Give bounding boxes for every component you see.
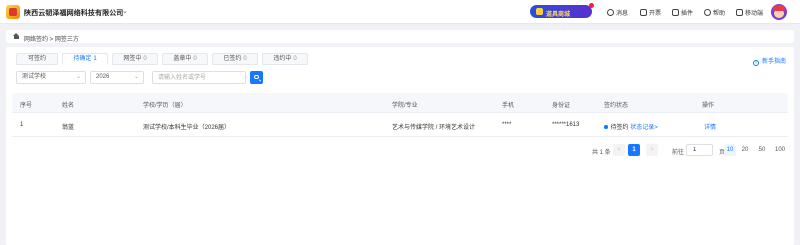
breadcrumb: 网络签约 > 网签三方 bbox=[6, 30, 794, 43]
tab-count: 1 bbox=[93, 56, 97, 62]
tab-label: 违约中 bbox=[273, 56, 292, 62]
page-size-100[interactable]: 100 bbox=[773, 144, 787, 156]
tab-label: 可签约 bbox=[27, 56, 46, 62]
table-row: 1 翁蓝 测试学校/本科生毕业（2026届） 艺术与传媒学院 / 环境艺术设计 … bbox=[12, 113, 788, 137]
tab-signable[interactable]: 可签约 bbox=[16, 53, 58, 65]
notification-dot bbox=[589, 3, 594, 8]
prev-page-button[interactable]: < bbox=[613, 144, 625, 156]
column-header: 学校/学历（届） bbox=[143, 103, 187, 109]
top-header: 陕西云韧泽福网络科技有限公司 ⌄ 道具商城 消息 开票 插件 帮助 移动端 bbox=[0, 0, 800, 24]
plugin-link[interactable]: 插件 bbox=[672, 8, 693, 17]
tab-label: 待确定 bbox=[73, 56, 92, 62]
search-icon bbox=[254, 74, 259, 79]
main-card: 可签约 待确定 1 网签中 0 盖章中 0 已签约 0 违约中 0 ? 新手指南 测试学校 ⌄… bbox=[6, 47, 794, 245]
status-dot-icon bbox=[604, 125, 608, 129]
messages-link[interactable]: 消息 bbox=[607, 8, 628, 17]
column-header: 学院/专业 bbox=[392, 103, 418, 109]
help-icon bbox=[704, 9, 711, 16]
mall-label: 道具商城 bbox=[546, 11, 571, 18]
gift-icon bbox=[536, 8, 543, 15]
invoice-icon bbox=[640, 9, 647, 16]
column-header: 操作 bbox=[702, 103, 715, 109]
column-header: 身份证 bbox=[552, 103, 571, 109]
year-select[interactable]: 2026 ⌄ bbox=[90, 71, 144, 84]
year-value: 2026 bbox=[96, 74, 110, 80]
home-icon[interactable] bbox=[13, 33, 20, 39]
question-icon: ? bbox=[752, 60, 759, 66]
table-header: 序号 姓名 学校/学历（届） 学院/专业 手机 身份证 签约状态 操作 bbox=[12, 93, 788, 113]
page-size-20[interactable]: 20 bbox=[739, 144, 751, 156]
invoice-label: 开票 bbox=[649, 11, 662, 17]
chevron-down-icon: ⌄ bbox=[75, 74, 81, 80]
college-major: 艺术与传媒学院 / 环境艺术设计 bbox=[392, 125, 476, 131]
status-text: 待签约 bbox=[610, 125, 629, 131]
tab-label: 已签约 bbox=[223, 56, 242, 62]
tab-stamping[interactable]: 盖章中 0 bbox=[162, 53, 208, 65]
bell-icon bbox=[607, 9, 614, 16]
avatar[interactable] bbox=[771, 4, 787, 20]
school-value: 测试学校 bbox=[22, 74, 47, 80]
plugin-label: 插件 bbox=[681, 11, 694, 17]
chevron-down-icon: ⌄ bbox=[133, 74, 139, 80]
company-logo bbox=[6, 5, 20, 19]
tab-signed[interactable]: 已签约 0 bbox=[212, 53, 258, 65]
detail-link[interactable]: 详情 bbox=[704, 122, 716, 131]
mobile-link[interactable]: 移动端 bbox=[736, 8, 763, 17]
invoice-link[interactable]: 开票 bbox=[640, 8, 661, 17]
sign-status: 待签约 状态记录> bbox=[604, 122, 658, 131]
guide-label: 新手指南 bbox=[761, 59, 786, 65]
student-name: 翁蓝 bbox=[62, 125, 75, 131]
tab-signing[interactable]: 网签中 0 bbox=[112, 53, 158, 65]
status-record-link[interactable]: 状态记录> bbox=[630, 125, 658, 131]
help-label: 帮助 bbox=[713, 11, 726, 17]
column-header: 序号 bbox=[20, 103, 33, 109]
tab-count: 0 bbox=[293, 56, 297, 62]
total-count: 共 1 条 bbox=[592, 150, 611, 156]
tab-count: 0 bbox=[193, 56, 197, 62]
page-size-50[interactable]: 50 bbox=[756, 144, 768, 156]
page-1-button[interactable]: 1 bbox=[628, 144, 640, 156]
column-header: 签约状态 bbox=[604, 103, 629, 109]
search-input[interactable] bbox=[152, 71, 246, 84]
next-page-button[interactable]: > bbox=[646, 144, 658, 156]
goto-label: 前往 bbox=[672, 150, 685, 156]
id-card: ******1613 bbox=[552, 122, 580, 128]
beginner-guide-link[interactable]: ? 新手指南 bbox=[752, 56, 786, 66]
page-jump-input[interactable] bbox=[686, 144, 713, 156]
mobile-label: 移动端 bbox=[745, 11, 764, 17]
row-index: 1 bbox=[20, 122, 24, 128]
search-button[interactable] bbox=[250, 71, 263, 84]
plugin-icon bbox=[672, 9, 679, 16]
prop-mall-button[interactable]: 道具商城 bbox=[530, 3, 594, 18]
tab-breach[interactable]: 违约中 0 bbox=[262, 53, 308, 65]
breadcrumb-text: 网络签约 > 网签三方 bbox=[24, 36, 79, 43]
chevron-down-icon[interactable]: ⌄ bbox=[122, 7, 128, 15]
messages-label: 消息 bbox=[616, 11, 629, 17]
school-degree: 测试学校/本科生毕业（2026届） bbox=[143, 125, 231, 131]
org-name[interactable]: 陕西云韧泽福网络科技有限公司 bbox=[24, 8, 123, 18]
tab-label: 盖章中 bbox=[173, 56, 192, 62]
qrcode-icon bbox=[736, 9, 743, 16]
school-select[interactable]: 测试学校 ⌄ bbox=[16, 71, 86, 84]
page-size-10[interactable]: 10 bbox=[724, 144, 736, 156]
help-link[interactable]: 帮助 bbox=[704, 8, 725, 17]
column-header: 姓名 bbox=[62, 103, 75, 109]
tab-label: 网签中 bbox=[123, 56, 142, 62]
phone: **** bbox=[502, 122, 512, 128]
tab-count: 0 bbox=[143, 56, 147, 62]
column-header: 手机 bbox=[502, 103, 515, 109]
tab-count: 0 bbox=[243, 56, 247, 62]
tab-pending[interactable]: 待确定 1 bbox=[62, 53, 108, 65]
